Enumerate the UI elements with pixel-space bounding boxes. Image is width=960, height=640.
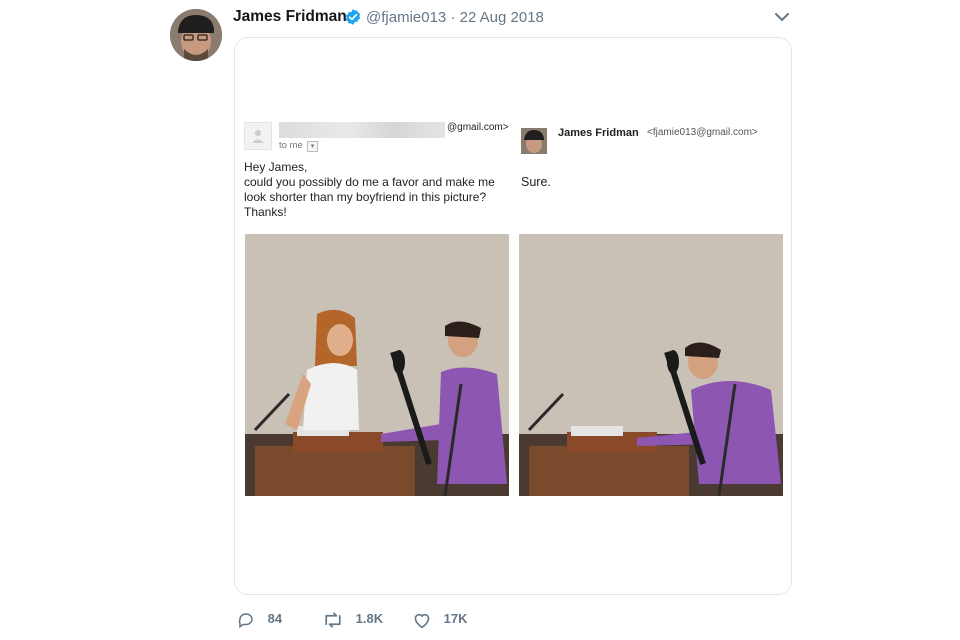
email-body-line: could you possibly do me a favor and mak… (244, 175, 495, 189)
blurred-sender-name (279, 122, 445, 138)
reply-sender-name: James Fridman (558, 127, 639, 139)
verified-badge-icon (344, 8, 362, 26)
retweet-button[interactable]: 1.8K (322, 611, 383, 629)
author-avatar[interactable] (170, 9, 222, 61)
like-button[interactable]: 17K (412, 611, 467, 629)
author-handle[interactable]: @fjamie013 (366, 9, 446, 26)
reply-sender-email: <fjamie013@gmail.com> (647, 127, 758, 138)
email-body-line: look shorter than my boyfriend in this p… (244, 190, 487, 204)
dropdown-arrow-icon: ▾ (307, 141, 318, 152)
to-me-label: to me (279, 140, 303, 151)
original-photo (245, 234, 509, 497)
retweet-icon (322, 611, 348, 628)
reply-count: 84 (267, 611, 283, 627)
reply-icon (236, 611, 260, 629)
email-body-line: Thanks! (244, 205, 287, 219)
email-body-line: Hey James, (244, 160, 308, 174)
author-name[interactable]: James Fridman (233, 8, 347, 26)
like-icon (412, 611, 436, 629)
sender-domain: @gmail.com> (447, 122, 509, 133)
reply-sender-avatar (521, 128, 547, 154)
media-card[interactable]: @gmail.com> to me ▾ Hey James, could you… (234, 37, 792, 595)
edited-photo (519, 234, 783, 497)
reply-button[interactable]: 84 (236, 611, 282, 629)
reply-body: Sure. (521, 175, 551, 189)
retweet-count: 1.8K (355, 611, 384, 627)
tweet-date[interactable]: 22 Aug 2018 (460, 9, 544, 26)
chevron-down-icon[interactable] (773, 10, 791, 24)
sender-avatar (244, 122, 272, 150)
like-count: 17K (443, 611, 468, 627)
author-handle-and-date: @fjamie013 · 22 Aug 2018 (366, 9, 544, 26)
separator: · (450, 9, 456, 26)
